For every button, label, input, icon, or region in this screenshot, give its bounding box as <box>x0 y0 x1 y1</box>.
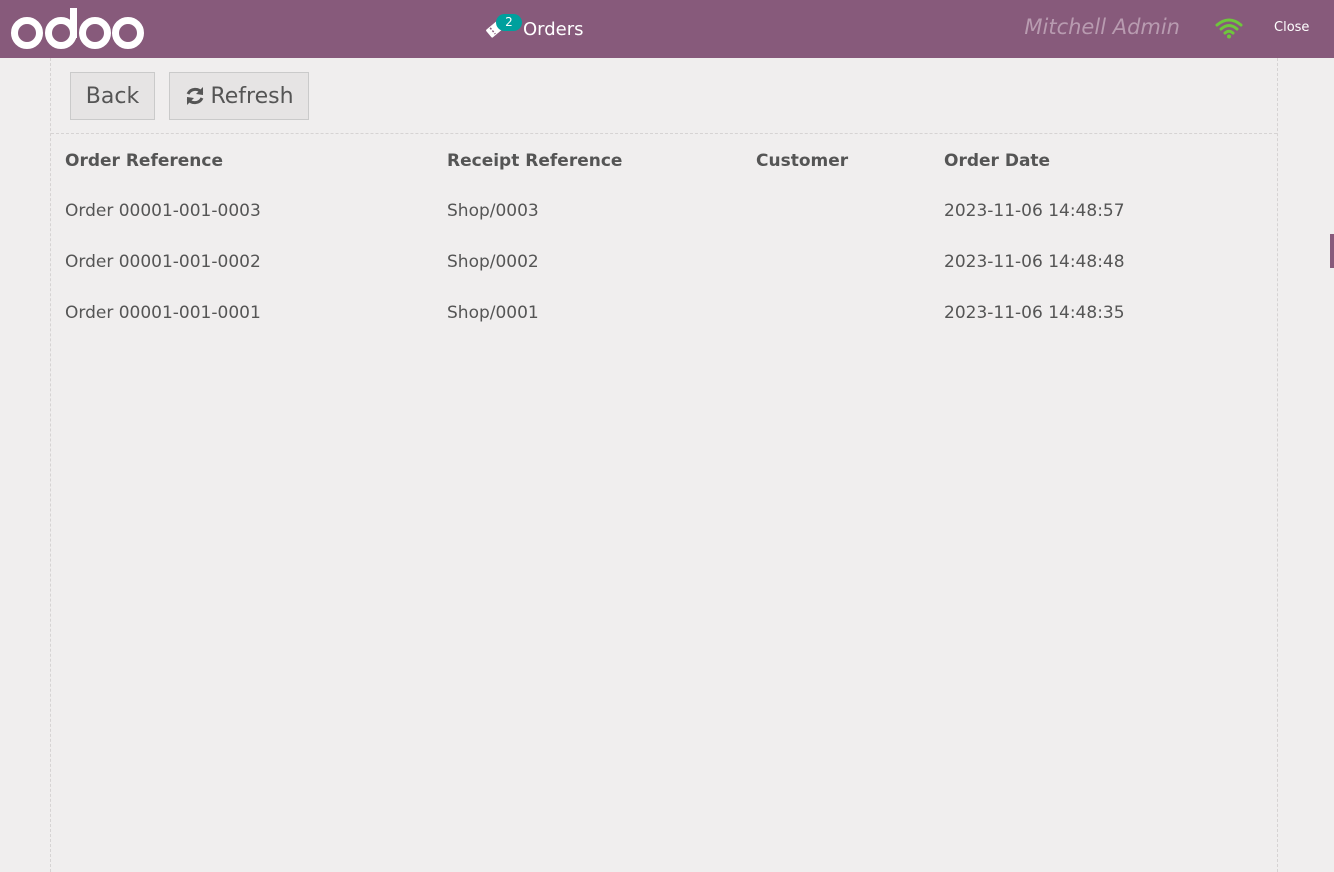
column-header-receipt-reference: Receipt Reference <box>447 151 623 171</box>
order-reference: Order 00001-001-0003 <box>65 201 261 221</box>
orders-count-badge: 2 <box>496 14 522 31</box>
orders-button[interactable]: 2 Orders <box>484 14 584 44</box>
receipt-reference: Shop/0002 <box>447 252 539 272</box>
back-button[interactable]: Back <box>70 72 155 120</box>
ticket-icon: 2 <box>484 14 522 40</box>
order-reference: Order 00001-001-0001 <box>65 303 261 323</box>
control-bar: Back Refresh <box>51 58 1277 134</box>
cashier-name[interactable]: Mitchell Admin <box>1024 15 1180 39</box>
table-row[interactable]: Order 00001-001-0002 Shop/0002 2023-11-0… <box>51 236 1277 287</box>
column-header-order-date: Order Date <box>944 151 1051 171</box>
refresh-icon <box>187 87 204 105</box>
order-date: 2023-11-06 14:48:48 <box>944 252 1125 272</box>
edge-accent <box>1330 234 1334 268</box>
close-button[interactable]: Close <box>1274 20 1309 35</box>
ticket-screen: Back Refresh Order Reference Receipt Ref… <box>50 58 1278 872</box>
column-header-customer: Customer <box>756 151 849 171</box>
order-date: 2023-11-06 14:48:35 <box>944 303 1125 323</box>
orders-table: Order Reference Receipt Reference Custom… <box>51 134 1277 338</box>
receipt-reference: Shop/0003 <box>447 201 539 221</box>
table-row[interactable]: Order 00001-001-0001 Shop/0001 2023-11-0… <box>51 287 1277 338</box>
order-date: 2023-11-06 14:48:57 <box>944 201 1125 221</box>
receipt-reference: Shop/0001 <box>447 303 539 323</box>
odoo-logo <box>11 8 144 49</box>
table-row[interactable]: Order 00001-001-0003 Shop/0003 2023-11-0… <box>51 185 1277 236</box>
orders-label: Orders <box>523 18 584 40</box>
table-header: Order Reference Receipt Reference Custom… <box>51 134 1277 185</box>
refresh-button[interactable]: Refresh <box>169 72 309 120</box>
order-reference: Order 00001-001-0002 <box>65 252 261 272</box>
refresh-label: Refresh <box>210 83 294 109</box>
pos-navbar: 2 Orders Mitchell Admin Close <box>0 0 1334 58</box>
column-header-order-reference: Order Reference <box>65 151 224 171</box>
wifi-icon[interactable] <box>1215 17 1243 39</box>
